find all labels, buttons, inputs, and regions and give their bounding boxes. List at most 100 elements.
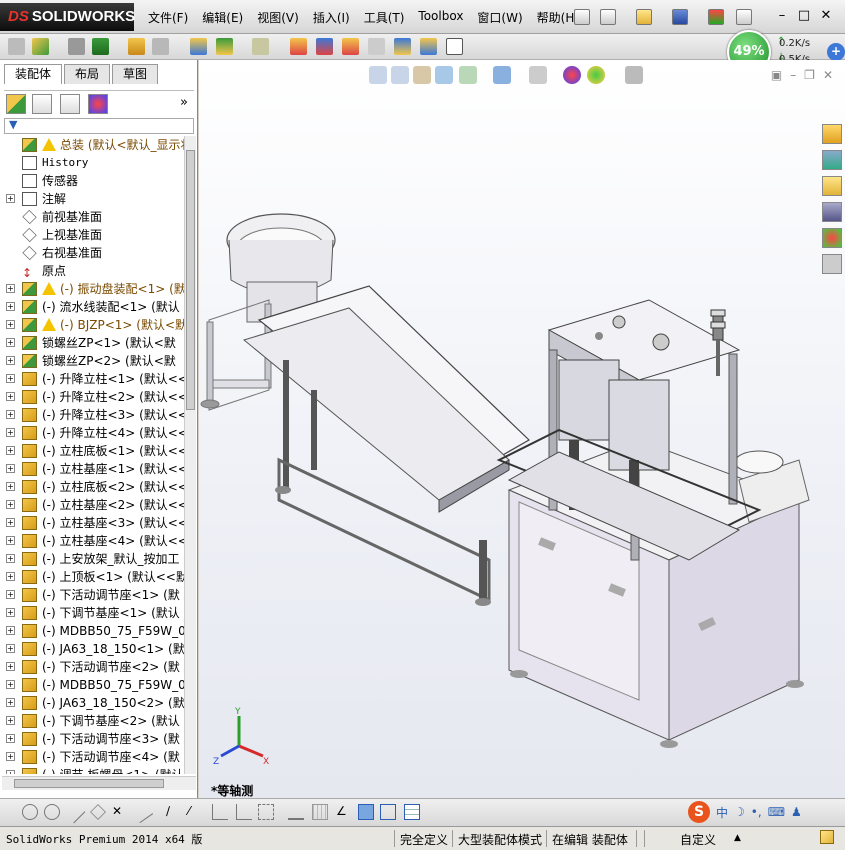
tree-item[interactable]: + (-) 下活动调节座<1> (默 <box>2 586 184 604</box>
menu-tools[interactable]: 工具(T) <box>364 9 405 26</box>
expand-toggle-icon[interactable]: + <box>6 536 15 545</box>
tree-item[interactable]: + (-) 下活动调节座<4> (默 <box>2 748 184 766</box>
design-library-icon[interactable] <box>822 150 842 170</box>
tree-item[interactable]: 上视基准面 <box>2 226 184 244</box>
grid-icon[interactable] <box>312 804 328 820</box>
circle-icon[interactable] <box>44 804 60 820</box>
clearance-verification-icon[interactable] <box>420 38 437 55</box>
expand-toggle-icon[interactable]: + <box>6 770 15 774</box>
assembly-features-icon[interactable] <box>216 38 233 55</box>
expand-toggle-icon[interactable]: + <box>6 662 15 671</box>
expand-toggle-icon[interactable]: + <box>6 590 15 599</box>
expand-toggle-icon[interactable]: + <box>6 626 15 635</box>
close-button[interactable]: ✕ <box>815 8 837 23</box>
tree-item[interactable]: + (-) 升降立柱<1> (默认<< <box>2 370 184 388</box>
tree-item[interactable]: + (-) 下活动调节座<3> (默 <box>2 730 184 748</box>
trim-icon[interactable]: ✕ <box>112 804 128 820</box>
expand-toggle-icon[interactable]: + <box>6 284 15 293</box>
convert-entities-icon[interactable] <box>236 804 252 820</box>
tree-item[interactable]: + (-) 流水线装配<1> (默认 <box>2 298 184 316</box>
expand-toggle-icon[interactable]: + <box>6 572 15 581</box>
tree-item[interactable]: + (-) 立柱底板<1> (默认<< <box>2 442 184 460</box>
exploded-view-icon[interactable] <box>342 38 359 55</box>
tree-horizontal-scrollbar[interactable] <box>2 776 196 790</box>
expand-toggle-icon[interactable]: + <box>6 320 15 329</box>
expand-panel-icon[interactable]: » <box>180 95 188 110</box>
tree-item[interactable]: + (-) 下活动调节座<2> (默 <box>2 658 184 676</box>
offset-entities-icon[interactable]: ⁄ <box>188 804 204 820</box>
configuration-manager-icon[interactable] <box>60 94 80 114</box>
tree-item[interactable]: + (-) JA63_18_150<1> (默认 <box>2 640 184 658</box>
menu-help[interactable]: 帮助(H) <box>537 9 579 26</box>
tree-item[interactable]: + (-) 立柱基座<2> (默认<< <box>2 496 184 514</box>
expand-toggle-icon[interactable]: + <box>6 644 15 653</box>
expand-toggle-icon[interactable]: + <box>6 464 15 473</box>
feature-manager-tree-icon[interactable] <box>6 94 26 114</box>
insert-components-icon[interactable] <box>8 38 25 55</box>
tree-item[interactable]: 前视基准面 <box>2 208 184 226</box>
file-explorer-icon[interactable] <box>822 176 842 196</box>
expand-toggle-icon[interactable]: + <box>6 752 15 761</box>
instant3d-icon[interactable] <box>446 38 463 55</box>
angle-icon[interactable]: ∠ <box>336 804 352 820</box>
tab-layout[interactable]: 布局 <box>64 64 111 84</box>
save-icon[interactable] <box>672 9 688 25</box>
view-palette-icon[interactable] <box>822 202 842 222</box>
tree-item[interactable]: + (-) BJZP<1> (默认<默 <box>2 316 184 334</box>
appearances-icon[interactable] <box>822 228 842 248</box>
explode-line-sketch-icon[interactable] <box>368 38 385 55</box>
tree-item[interactable]: 传感器 <box>2 172 184 190</box>
expand-toggle-icon[interactable]: + <box>6 446 15 455</box>
assembly-model-view[interactable] <box>199 60 845 798</box>
linear-pattern-icon[interactable] <box>92 38 109 55</box>
tree-item[interactable]: + (-) 升降立柱<2> (默认<< <box>2 388 184 406</box>
menu-toolbox[interactable]: Toolbox <box>418 9 463 26</box>
open-folder-icon[interactable] <box>636 9 652 25</box>
tree-item[interactable]: + (-) 下调节基座<1> (默认 <box>2 604 184 622</box>
home-icon[interactable] <box>822 124 842 144</box>
mate-icon[interactable] <box>68 38 85 55</box>
expand-toggle-icon[interactable]: + <box>6 374 15 383</box>
pin-icon[interactable] <box>574 9 590 25</box>
expand-toggle-icon[interactable]: + <box>6 500 15 509</box>
expand-toggle-icon[interactable]: + <box>6 428 15 437</box>
point-icon[interactable] <box>22 804 38 820</box>
display-manager-icon[interactable] <box>88 94 108 114</box>
tree-item[interactable]: + (-) 上顶板<1> (默认<<默 <box>2 568 184 586</box>
graphics-area[interactable]: ▣ – ❐ ✕ Y X Z *等轴测 <box>199 60 845 798</box>
menu-window[interactable]: 窗口(W) <box>477 9 522 26</box>
table-view-icon[interactable] <box>404 804 420 820</box>
ime-moon-icon[interactable]: ☽ <box>734 805 745 819</box>
custom-properties-icon[interactable] <box>822 254 842 274</box>
filter-funnel-icon[interactable]: ▼ <box>9 118 17 131</box>
menu-view[interactable]: 视图(V) <box>257 9 299 26</box>
move-component-icon[interactable] <box>152 38 169 55</box>
menu-edit[interactable]: 编辑(E) <box>202 9 243 26</box>
expand-toggle-icon[interactable]: + <box>6 734 15 743</box>
reference-geometry-icon[interactable] <box>252 38 269 55</box>
conveyor-line[interactable] <box>242 285 530 606</box>
tree-filter-input[interactable]: ▼ <box>4 118 194 134</box>
tree-item[interactable]: + (-) 升降立柱<4> (默认<< <box>2 424 184 442</box>
tree-item[interactable]: + (-) 上安放架_默认_按加工 <box>2 550 184 568</box>
centerline-icon[interactable] <box>130 800 154 824</box>
bill-of-materials-icon[interactable] <box>316 38 333 55</box>
expand-toggle-icon[interactable]: + <box>6 680 15 689</box>
new-document-icon[interactable] <box>600 9 616 25</box>
unit-chevron-up-icon[interactable]: ▲ <box>734 833 741 843</box>
new-part-icon[interactable] <box>32 38 49 55</box>
help-icon[interactable] <box>736 9 752 25</box>
shaded-display-icon[interactable] <box>358 804 374 820</box>
tree-item[interactable]: 右视基准面 <box>2 244 184 262</box>
construction-geometry-icon[interactable] <box>258 804 274 820</box>
tree-item[interactable]: + (-) 下调节基座<2> (默认 <box>2 712 184 730</box>
polygon-icon[interactable] <box>90 804 106 820</box>
expand-toggle-icon[interactable]: + <box>6 482 15 491</box>
tree-item[interactable]: 总装 (默认<默认_显示状 <box>2 136 184 154</box>
tab-sketch[interactable]: 草图 <box>112 64 159 84</box>
ime-punctuation-icon[interactable]: •, <box>751 805 762 819</box>
expand-toggle-icon[interactable]: + <box>6 698 15 707</box>
smart-dimension-icon[interactable] <box>288 804 304 820</box>
tree-item[interactable]: + (-) MDBB50_75_F59W_0_<1 <box>2 622 184 640</box>
expand-toggle-icon[interactable]: + <box>6 392 15 401</box>
